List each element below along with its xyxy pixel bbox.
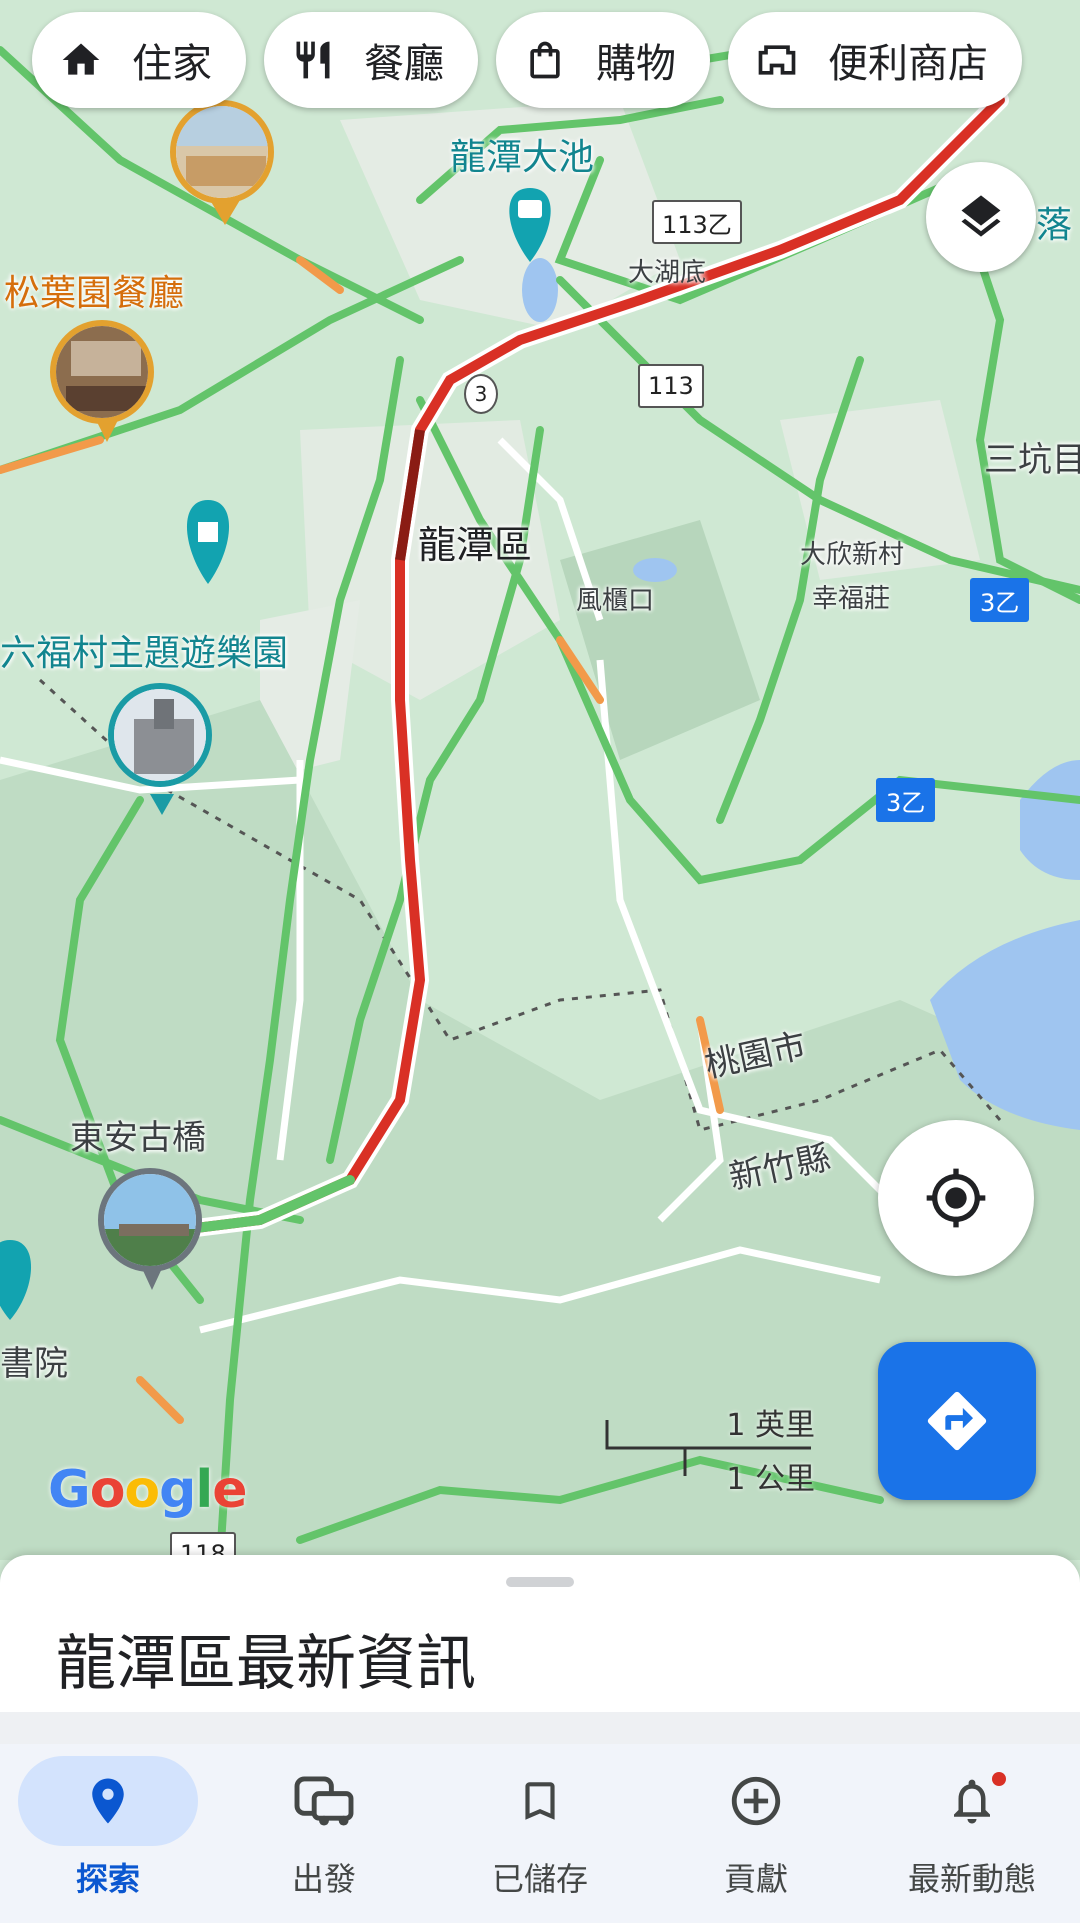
photo-pin-restaurant[interactable] bbox=[50, 320, 154, 424]
bookmark-icon bbox=[450, 1756, 630, 1846]
layers-button[interactable] bbox=[926, 162, 1036, 272]
nav-updates[interactable]: 最新動態 bbox=[864, 1744, 1080, 1923]
sheet-drag-handle[interactable] bbox=[506, 1577, 574, 1587]
freeway-shield-3: 3 bbox=[464, 374, 498, 414]
label-academy[interactable]: 書院 bbox=[0, 1336, 68, 1385]
chip-restaurants[interactable]: 餐廳 bbox=[264, 12, 478, 108]
bottom-sheet[interactable]: 龍潭區最新資訊 bbox=[0, 1555, 1080, 1715]
crosshair-icon bbox=[926, 1168, 986, 1228]
sheet-title: 龍潭區最新資訊 bbox=[56, 1629, 476, 1699]
category-chips: 住家 餐廳 購物 便利商店 bbox=[32, 12, 1022, 108]
chip-shopping-label: 購物 bbox=[596, 41, 676, 87]
nav-saved-label: 已儲存 bbox=[491, 1860, 588, 1898]
nav-contribute[interactable]: 貢獻 bbox=[648, 1744, 864, 1923]
nav-updates-label: 最新動態 bbox=[907, 1860, 1036, 1898]
photo-pin-bridge[interactable] bbox=[98, 1168, 202, 1272]
nav-contribute-label: 貢獻 bbox=[723, 1860, 788, 1898]
chip-restaurants-label: 餐廳 bbox=[364, 41, 444, 87]
notification-badge bbox=[992, 1772, 1006, 1786]
bell-icon bbox=[882, 1756, 1062, 1846]
route-shield-113: 113 bbox=[638, 364, 704, 408]
label-pine-restaurant[interactable]: 松葉園餐廳 bbox=[4, 264, 184, 316]
label-fengguikou: 風櫃口 bbox=[576, 586, 655, 616]
label-luo: 落 bbox=[1036, 205, 1073, 246]
label-longtan-district: 龍潭區 bbox=[418, 523, 533, 567]
label-dongan-bridge[interactable]: 東安古橋 bbox=[70, 1110, 206, 1159]
shopping-bag-icon bbox=[522, 37, 568, 83]
label-dahudi: 大湖底 bbox=[628, 258, 707, 288]
label-longtan-pond[interactable]: 龍潭大池 bbox=[450, 128, 594, 180]
google-logo: Google bbox=[48, 1460, 248, 1520]
map-scale: 1 英里 1 公里 bbox=[605, 1400, 815, 1497]
scale-miles: 1 英里 bbox=[726, 1408, 815, 1443]
home-icon bbox=[58, 37, 104, 83]
label-leofoo-village[interactable]: 六福村主題遊樂園 bbox=[0, 624, 288, 676]
layers-icon bbox=[961, 195, 1001, 237]
map-view[interactable]: 龍潭大池 松葉園餐廳 龍潭區 六福村主題遊樂園 大湖底 風櫃口 大欣新村 幸福莊… bbox=[0, 0, 1080, 1560]
sheet-divider bbox=[0, 1712, 1080, 1744]
photo-pin-theme-park[interactable] bbox=[108, 683, 212, 787]
directions-icon bbox=[927, 1391, 987, 1451]
nav-explore[interactable]: 探索 bbox=[0, 1744, 216, 1923]
route-shield-3b-top: 3乙 bbox=[970, 578, 1030, 622]
restaurant-icon bbox=[290, 37, 336, 83]
photo-pin-cafe[interactable] bbox=[170, 100, 274, 204]
chip-convenience-store-label: 便利商店 bbox=[828, 41, 988, 87]
nav-explore-label: 探索 bbox=[75, 1860, 140, 1898]
chip-home[interactable]: 住家 bbox=[32, 12, 246, 108]
label-daxin-village: 大欣新村 bbox=[800, 540, 905, 570]
nav-go-label: 出發 bbox=[291, 1860, 356, 1898]
my-location-button[interactable] bbox=[878, 1120, 1034, 1276]
nav-saved[interactable]: 已儲存 bbox=[432, 1744, 648, 1923]
bottom-navigation: 探索 出發 已儲存 貢獻 最新動態 bbox=[0, 1744, 1080, 1923]
location-pin-icon bbox=[18, 1756, 198, 1846]
convenience-store-icon bbox=[754, 37, 800, 83]
scale-km: 1 公里 bbox=[726, 1462, 815, 1497]
label-xingfuzhuang: 幸福莊 bbox=[812, 584, 891, 614]
nav-go[interactable]: 出發 bbox=[216, 1744, 432, 1923]
route-shield-3b-mid: 3乙 bbox=[876, 778, 936, 822]
label-sankeng: 三坑目 bbox=[984, 440, 1080, 480]
add-circle-icon bbox=[666, 1756, 846, 1846]
chip-convenience-store[interactable]: 便利商店 bbox=[728, 12, 1022, 108]
commute-icon bbox=[234, 1756, 414, 1846]
directions-button[interactable] bbox=[878, 1342, 1036, 1500]
chip-home-label: 住家 bbox=[132, 41, 212, 87]
chip-shopping[interactable]: 購物 bbox=[496, 12, 710, 108]
route-shield-113b: 113乙 bbox=[652, 200, 742, 244]
